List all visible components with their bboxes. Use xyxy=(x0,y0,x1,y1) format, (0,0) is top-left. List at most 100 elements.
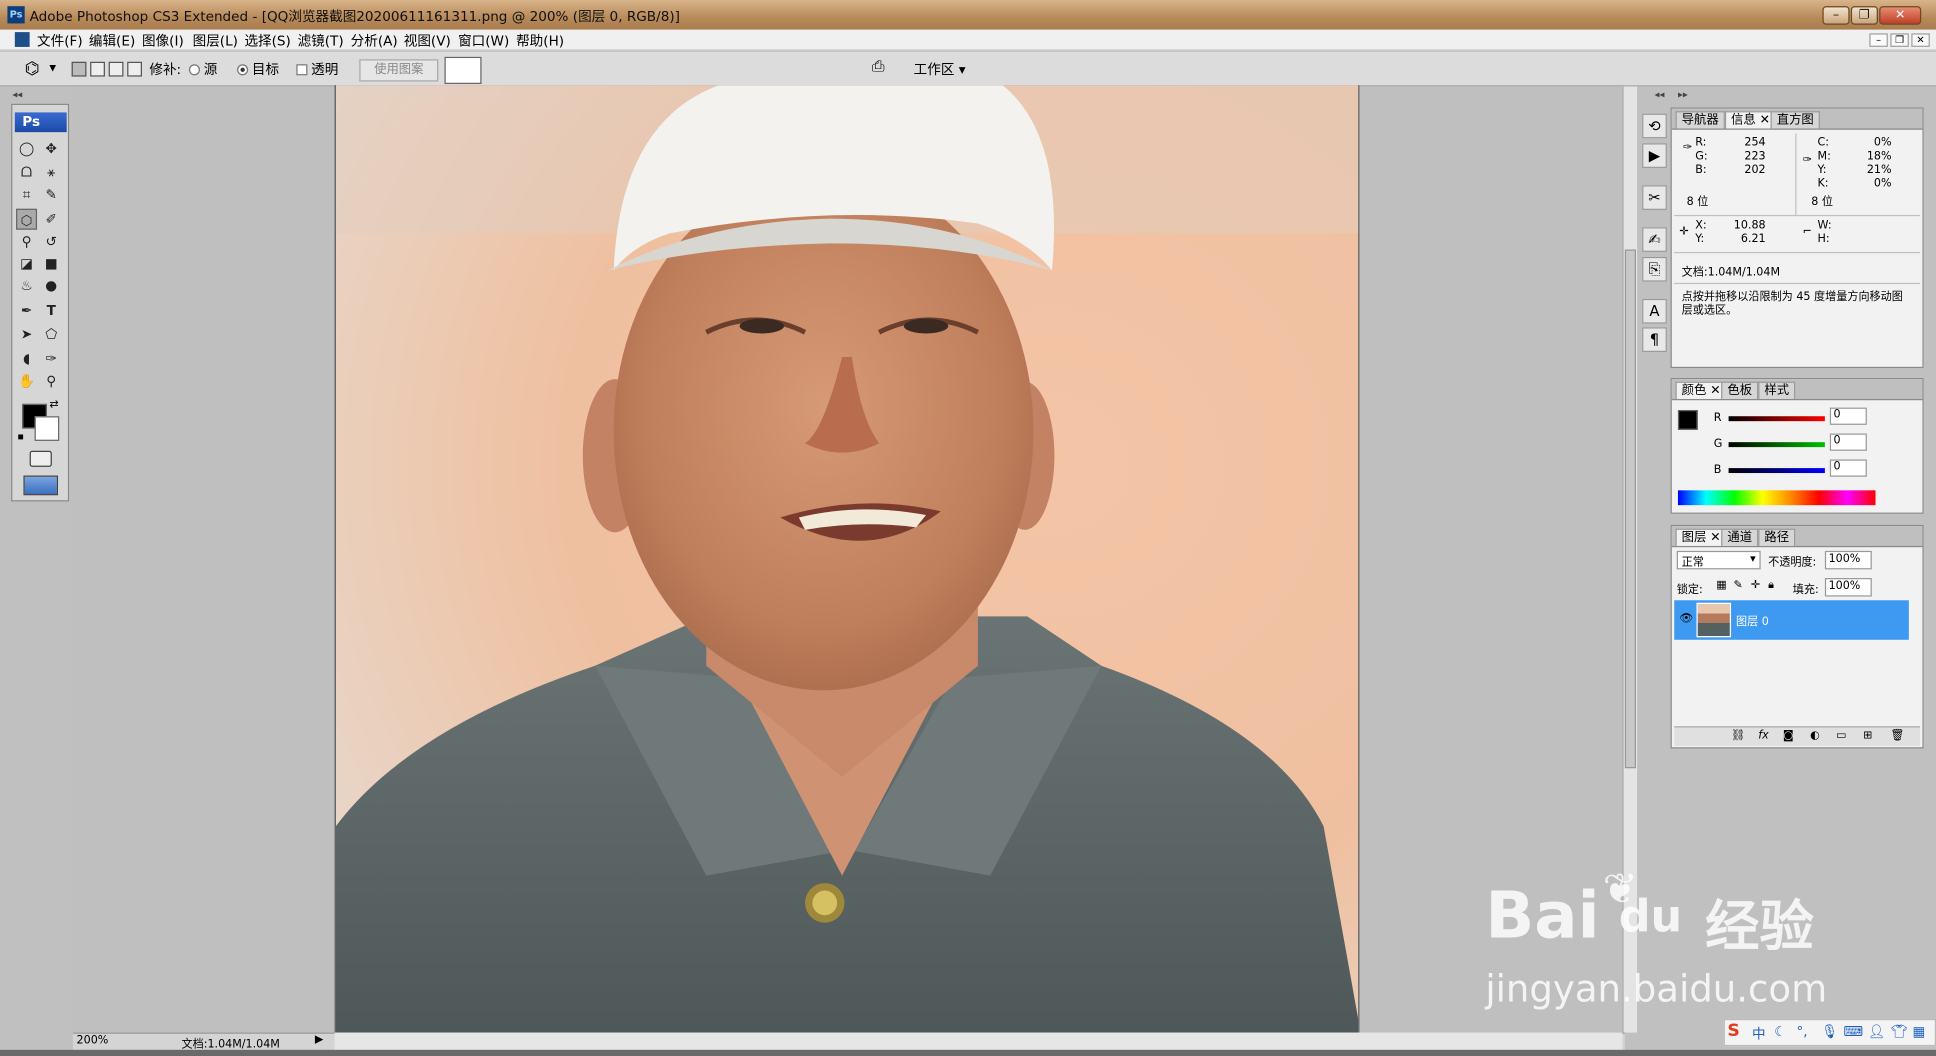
fx-icon[interactable]: fx xyxy=(1758,730,1768,742)
pen-tool-icon[interactable]: ✒ xyxy=(16,300,37,321)
menu-edit[interactable]: 编辑(E) xyxy=(89,31,135,51)
default-colors-icon[interactable]: ▪ xyxy=(17,431,24,442)
horizontal-scrollbar[interactable] xyxy=(334,1032,1623,1050)
blur-tool-icon[interactable]: ♨ xyxy=(16,275,37,296)
adjustment-layer-icon[interactable]: ◐ xyxy=(1810,730,1820,742)
source-radio[interactable]: 源 xyxy=(188,59,217,79)
gradient-tool-icon[interactable]: ■ xyxy=(41,253,62,274)
dodge-tool-icon[interactable]: ● xyxy=(41,275,62,296)
lock-all-icon[interactable]: 🔒︎ xyxy=(1768,579,1774,591)
notes-tool-icon[interactable]: ◖ xyxy=(16,348,37,369)
punct-icon[interactable]: °, xyxy=(1796,1024,1807,1040)
restore-button[interactable]: ❐ xyxy=(1850,6,1878,25)
brushes-panel-icon[interactable]: ✍ xyxy=(1642,227,1667,252)
user-icon[interactable]: 👤︎ xyxy=(1868,1024,1885,1040)
history-panel-icon[interactable]: ⟲ xyxy=(1642,113,1667,139)
tool-presets-icon[interactable]: ✂ xyxy=(1642,185,1667,210)
zoom-level[interactable]: 200% xyxy=(77,1035,109,1047)
crop-tool-icon[interactable]: ⌗ xyxy=(16,184,37,205)
preset-dropdown-icon[interactable]: ▼ xyxy=(49,63,56,73)
new-group-icon[interactable]: ▭ xyxy=(1836,730,1847,742)
magic-wand-tool-icon[interactable]: ⚹ xyxy=(41,162,62,183)
doc-restore-button[interactable]: ❐ xyxy=(1890,33,1909,47)
tab-channels[interactable]: 通道 xyxy=(1721,528,1759,546)
menu-help[interactable]: 帮助(H) xyxy=(516,31,564,51)
slice-tool-icon[interactable]: ✎ xyxy=(41,184,62,205)
menu-window[interactable]: 窗口(W) xyxy=(458,31,509,51)
tools-icon[interactable]: ▦ xyxy=(1913,1024,1926,1040)
eyedropper-tool-icon[interactable]: ✑ xyxy=(41,348,62,369)
doc-minimize-button[interactable]: – xyxy=(1869,33,1888,47)
tab-navigator[interactable]: 导航器 xyxy=(1675,111,1725,129)
collapse-left-icon[interactable]: ◂◂ xyxy=(12,89,22,100)
new-layer-icon[interactable]: ⊞ xyxy=(1863,730,1872,742)
ime-mode-label[interactable]: 中 xyxy=(1752,1024,1766,1044)
layer-row[interactable]: 👁︎ 图层 0 xyxy=(1674,600,1909,640)
brush-tool-icon[interactable]: ✐ xyxy=(41,209,62,230)
color-b-slider[interactable] xyxy=(1728,468,1825,474)
color-r-slider[interactable] xyxy=(1728,416,1825,422)
color-r-input[interactable]: 0 xyxy=(1829,407,1867,425)
menu-view[interactable]: 视图(V) xyxy=(404,31,451,51)
minimize-button[interactable]: – xyxy=(1822,6,1850,25)
bridge-icon[interactable]: ⎙ xyxy=(872,58,885,77)
color-spectrum-bar[interactable] xyxy=(1677,490,1876,506)
lasso-tool-icon[interactable]: ᗝ xyxy=(16,162,37,183)
ime-toolbar[interactable]: S 中 ☾ °, 🎙︎ ⌨ 👤︎ 👕︎ ▦ xyxy=(1723,1018,1936,1047)
zoom-tool-icon[interactable]: ⚲ xyxy=(41,371,62,392)
layer-name[interactable]: 图层 0 xyxy=(1736,613,1769,628)
skin-icon[interactable]: 👕︎ xyxy=(1890,1024,1907,1040)
color-foreground-swatch[interactable] xyxy=(1677,410,1698,430)
patch-tool-icon[interactable]: ⬡ xyxy=(16,208,38,230)
close-button[interactable]: ✕ xyxy=(1879,6,1922,25)
add-selection-icon[interactable] xyxy=(90,61,105,77)
history-brush-icon[interactable]: ↺ xyxy=(41,231,62,252)
use-pattern-button[interactable]: 使用图案 xyxy=(359,59,439,82)
menu-select[interactable]: 选择(S) xyxy=(244,31,290,51)
tab-paths[interactable]: 路径 xyxy=(1758,528,1796,546)
status-menu-arrow-icon[interactable]: ▶ xyxy=(315,1034,324,1046)
expand-dock-icon[interactable]: ◂◂ xyxy=(1654,89,1664,100)
menu-layer[interactable]: 图层(L) xyxy=(193,31,238,51)
menu-analysis[interactable]: 分析(A) xyxy=(351,31,398,51)
tab-layers[interactable]: 图层 ✕ xyxy=(1675,528,1727,546)
type-tool-icon[interactable]: T xyxy=(41,300,62,321)
blend-mode-select[interactable]: 正常 ▾ xyxy=(1676,550,1761,570)
doc-close-button[interactable]: ✕ xyxy=(1911,33,1930,47)
link-layers-icon[interactable]: ⛓ xyxy=(1731,730,1745,742)
background-color-swatch[interactable] xyxy=(34,416,60,441)
hand-tool-icon[interactable]: ✋ xyxy=(16,371,37,392)
delete-layer-icon[interactable]: 🗑︎ xyxy=(1890,730,1904,742)
intersect-selection-icon[interactable] xyxy=(127,61,142,77)
shape-tool-icon[interactable]: ⬠ xyxy=(41,324,62,345)
collapse-right-icon[interactable]: ▸▸ xyxy=(1678,89,1688,100)
color-b-input[interactable]: 0 xyxy=(1829,459,1867,477)
screen-mode-icon[interactable] xyxy=(23,475,59,496)
workspace-button[interactable]: 工作区 ▾ xyxy=(914,59,966,79)
quick-mask-icon[interactable] xyxy=(29,450,52,467)
transparent-checkbox[interactable]: 透明 xyxy=(296,59,338,79)
pattern-picker[interactable] xyxy=(444,56,482,84)
swap-colors-icon[interactable]: ⇄ xyxy=(49,399,58,411)
stamp-tool-icon[interactable]: ⚲ xyxy=(16,231,37,252)
marquee-tool-icon[interactable]: ◯ xyxy=(16,138,37,159)
tab-styles[interactable]: 样式 xyxy=(1758,381,1796,399)
menu-image[interactable]: 图像(I) xyxy=(142,31,184,51)
menu-file[interactable]: 文件(F) xyxy=(37,31,83,51)
color-g-input[interactable]: 0 xyxy=(1829,433,1867,451)
document-canvas[interactable] xyxy=(334,85,1360,1033)
opacity-input[interactable]: 100% xyxy=(1824,550,1872,570)
target-radio[interactable]: 目标 xyxy=(237,59,279,79)
add-mask-icon[interactable]: ◙ xyxy=(1783,730,1794,742)
menu-filter[interactable]: 滤镜(T) xyxy=(298,31,344,51)
document-menu-icon[interactable] xyxy=(14,32,30,47)
lock-position-icon[interactable]: ✛ xyxy=(1751,579,1760,591)
move-tool-icon[interactable]: ✥ xyxy=(41,138,62,159)
path-select-tool-icon[interactable]: ➤ xyxy=(16,324,37,345)
eraser-tool-icon[interactable]: ◪ xyxy=(16,253,37,274)
sogou-icon[interactable]: S xyxy=(1727,1021,1739,1041)
tab-histogram[interactable]: 直方图 xyxy=(1770,111,1820,129)
character-panel-icon[interactable]: A xyxy=(1642,298,1667,324)
tab-info[interactable]: 信息 ✕ xyxy=(1724,111,1777,129)
keyboard-icon[interactable]: ⌨ xyxy=(1843,1024,1863,1040)
